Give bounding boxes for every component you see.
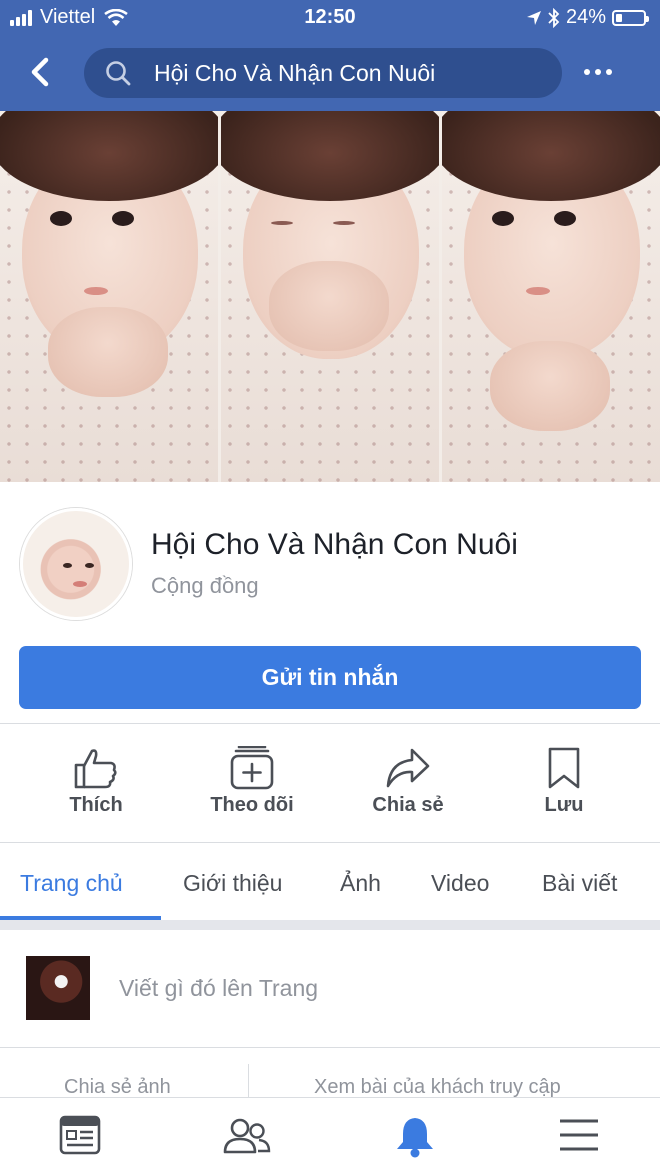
tab-home[interactable]: Trang chủ: [20, 870, 123, 897]
battery-icon: [612, 9, 649, 26]
like-icon: [74, 749, 117, 789]
send-message-button[interactable]: Gửi tin nhắn: [19, 646, 641, 709]
composer-placeholder[interactable]: Viết gì đó lên Trang: [119, 975, 318, 1002]
tab-videos[interactable]: Video: [431, 870, 489, 897]
composer-subactions: Chia sẻ ảnh Xem bài của khách truy cập: [0, 1048, 660, 1098]
post-composer[interactable]: Viết gì đó lên Trang: [0, 930, 660, 1048]
cover-panel: [0, 111, 221, 482]
share-photo-button[interactable]: Chia sẻ ảnh: [64, 1076, 171, 1099]
search-icon: [106, 61, 131, 86]
cover-panel: [221, 111, 442, 482]
bottom-nav: [0, 1097, 660, 1174]
back-arrow-icon[interactable]: [22, 52, 60, 92]
share-label: Chia sẻ: [372, 794, 444, 816]
page-title: Hội Cho Và Nhận Con Nuôi: [151, 528, 518, 561]
page-profile: Hội Cho Và Nhận Con Nuôi Cộng đồng: [0, 482, 660, 642]
menu-icon[interactable]: [557, 1114, 601, 1156]
status-bar: Viettel 12:50 24%: [0, 0, 660, 34]
battery-percent: 24%: [565, 6, 606, 28]
tab-photos[interactable]: Ảnh: [340, 870, 381, 897]
save-label: Lưu: [544, 794, 584, 816]
location-arrow-icon: [526, 10, 541, 25]
notifications-icon[interactable]: [393, 1114, 437, 1158]
page-tabs: Trang chủ Giới thiệu Ảnh Video Bài viết: [0, 843, 660, 919]
cover-photo[interactable]: [0, 111, 660, 482]
news-feed-icon[interactable]: [58, 1114, 102, 1156]
page-avatar[interactable]: [20, 508, 132, 620]
user-thumbnail: [26, 956, 90, 1020]
subaction-divider: [248, 1064, 249, 1098]
like-button[interactable]: Thích: [18, 724, 174, 842]
bluetooth-icon: [548, 7, 560, 28]
save-button[interactable]: Lưu: [486, 724, 642, 842]
search-query: Hội Cho Và Nhận Con Nuôi: [154, 59, 436, 86]
page-actions: Thích Theo dõi Chia sẻ Lưu: [0, 724, 660, 842]
more-options-icon[interactable]: [584, 60, 624, 84]
share-icon: [386, 748, 430, 788]
share-button[interactable]: Chia sẻ: [330, 724, 486, 842]
cover-panel: [442, 111, 660, 482]
friends-icon[interactable]: [222, 1114, 272, 1156]
like-label: Thích: [69, 794, 123, 816]
follow-icon: [230, 746, 274, 790]
search-bar[interactable]: Hội Cho Và Nhận Con Nuôi: [84, 48, 562, 98]
tab-posts[interactable]: Bài viết: [542, 870, 617, 897]
page-category[interactable]: Cộng đồng: [151, 573, 259, 599]
app-header: Viettel 12:50 24% Hội Cho Và Nhận Con Nu…: [0, 0, 660, 111]
tab-about[interactable]: Giới thiệu: [183, 870, 282, 897]
follow-label: Theo dõi: [210, 794, 294, 816]
follow-button[interactable]: Theo dõi: [174, 724, 330, 842]
visitor-posts-button[interactable]: Xem bài của khách truy cập: [314, 1076, 561, 1099]
bookmark-icon: [548, 747, 580, 789]
tab-shadow: [0, 920, 660, 930]
